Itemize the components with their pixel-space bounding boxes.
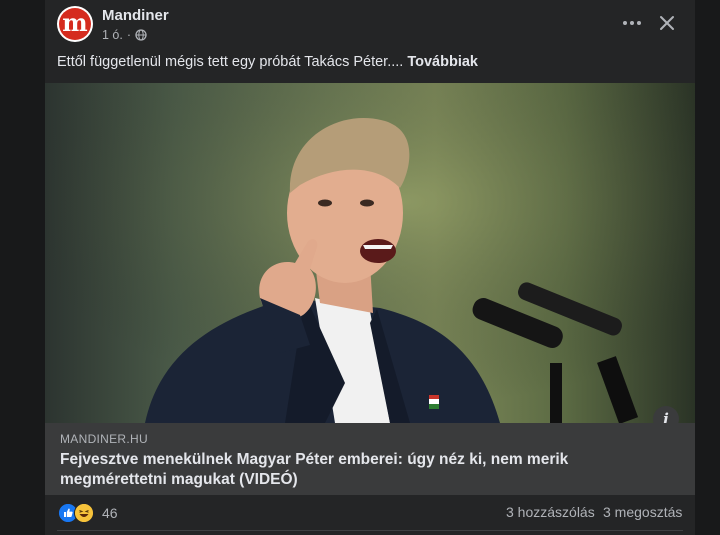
globe-icon [135, 29, 147, 41]
close-icon[interactable] [653, 9, 681, 37]
page-name[interactable]: Mandiner [102, 7, 169, 24]
more-dot-icon [637, 21, 641, 25]
page-avatar[interactable]: m [57, 6, 93, 42]
more-dot-icon [623, 21, 627, 25]
post-meta: 1 ó. · [102, 28, 147, 42]
post-header: m Mandiner 1 ó. · [45, 0, 695, 50]
post-card: m Mandiner 1 ó. · Ettől függetlenül mégi… [45, 0, 695, 535]
post-time[interactable]: 1 ó. [102, 28, 123, 42]
post-message: Ettől függetlenül mégis tett egy próbát … [57, 54, 404, 70]
link-headline[interactable]: Fejvesztve menekülnek Magyar Péter ember… [60, 450, 670, 490]
mandiner-logo-icon: m [59, 8, 91, 40]
post-text: Ettől függetlenül mégis tett egy próbát … [57, 54, 478, 70]
reaction-count: 46 [102, 505, 118, 521]
link-domain: MANDINER.HU [60, 432, 148, 446]
more-options-button[interactable] [619, 10, 645, 36]
link-preview-image[interactable]: i [45, 83, 695, 423]
shares-count-link[interactable]: 3 megosztás [603, 504, 682, 520]
divider [57, 530, 683, 531]
meta-separator: · [126, 28, 132, 42]
speaker-photo [45, 83, 695, 423]
haha-icon [74, 503, 94, 523]
post-stats: 46 3 hozzászólás 3 megosztás [45, 495, 695, 531]
more-dot-icon [630, 21, 634, 25]
see-more-link[interactable]: Továbbiak [407, 54, 478, 70]
comments-count-link[interactable]: 3 hozzászólás [506, 504, 595, 520]
link-preview-box[interactable]: MANDINER.HU Fejvesztve menekülnek Magyar… [45, 423, 695, 495]
reactions-summary[interactable]: 46 [58, 503, 118, 523]
